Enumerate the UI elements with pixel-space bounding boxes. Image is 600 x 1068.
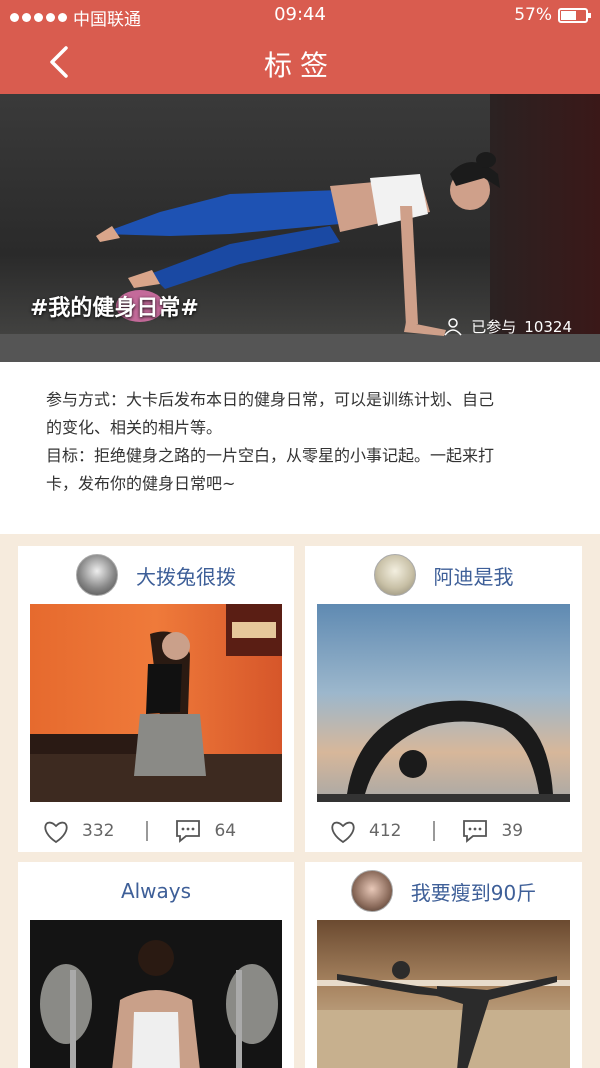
participants-info: 已参与 10324 xyxy=(443,316,572,337)
post-photo[interactable] xyxy=(317,920,570,1068)
post-stats: 412 39 xyxy=(329,816,558,846)
user-icon xyxy=(444,317,462,335)
heart-icon[interactable] xyxy=(329,818,357,844)
like-count: 412 xyxy=(369,821,402,841)
comment-count: 64 xyxy=(214,821,237,841)
description-line: 的变化、相关的相片等。 xyxy=(46,418,223,437)
weights-photo-illustration xyxy=(40,940,278,1068)
topic-tag: #我的健身日常# xyxy=(30,296,199,321)
battery-group: 57% xyxy=(514,5,591,25)
avatar[interactable] xyxy=(350,870,393,912)
post-header: Always xyxy=(18,862,294,920)
participants-label: 已参与 xyxy=(471,318,517,336)
like-count: 332 xyxy=(82,821,115,841)
post-photo[interactable] xyxy=(30,920,282,1068)
gym-photo-illustration xyxy=(30,604,282,802)
post-stats: 332 64 xyxy=(42,816,270,846)
battery-icon xyxy=(558,7,591,23)
post-photo[interactable] xyxy=(317,604,570,802)
description-line: 目标：拒绝健身之路的一片空白，从零星的小事记起。一起来打 xyxy=(46,446,495,465)
post-header: 大拨兔很拨 xyxy=(18,546,294,604)
post-username[interactable]: 大拨兔很拨 xyxy=(136,561,236,590)
heart-icon[interactable] xyxy=(42,818,70,844)
comment-icon[interactable] xyxy=(174,818,202,844)
yoga-photo-illustration xyxy=(317,700,570,802)
avatar[interactable] xyxy=(76,554,118,596)
topic-banner[interactable]: #我的健身日常# 已参与 10324 xyxy=(0,94,600,362)
topic-description: 参与方式：大卡后发布本日的健身日常，可以是训练计划、自己 的变化、相关的相片等。… xyxy=(0,362,600,534)
description-line: 卡，发布你的健身日常吧~ xyxy=(46,474,236,493)
battery-percent: 57% xyxy=(514,5,552,25)
stats-divider xyxy=(433,821,436,841)
post-username[interactable]: Always xyxy=(121,879,191,903)
post-header: 阿迪是我 xyxy=(305,546,582,604)
nav-bar: 标签 xyxy=(0,30,600,94)
status-time: 09:44 xyxy=(274,4,326,25)
post-photo[interactable] xyxy=(30,604,282,802)
post-card[interactable]: 大拨兔很拨 332 64 xyxy=(18,546,294,852)
post-username[interactable]: 我要瘦到90斤 xyxy=(411,877,536,906)
post-card[interactable]: Always xyxy=(18,862,294,1068)
dance-studio-photo-illustration xyxy=(317,961,570,1068)
participants-count: 10324 xyxy=(524,317,572,336)
avatar[interactable] xyxy=(373,554,416,596)
comment-icon[interactable] xyxy=(461,818,489,844)
description-line: 参与方式：大卡后发布本日的健身日常，可以是训练计划、自己 xyxy=(46,390,495,409)
post-username[interactable]: 阿迪是我 xyxy=(434,561,514,590)
post-card[interactable]: 阿迪是我 412 39 xyxy=(305,546,582,852)
page-title: 标签 xyxy=(263,49,336,82)
stats-divider xyxy=(146,821,149,841)
comment-count: 39 xyxy=(501,821,524,841)
status-bar: 中国联通 09:44 57% xyxy=(0,0,600,30)
post-header: 我要瘦到90斤 xyxy=(305,862,582,920)
post-card[interactable]: 我要瘦到90斤 xyxy=(305,862,582,1068)
